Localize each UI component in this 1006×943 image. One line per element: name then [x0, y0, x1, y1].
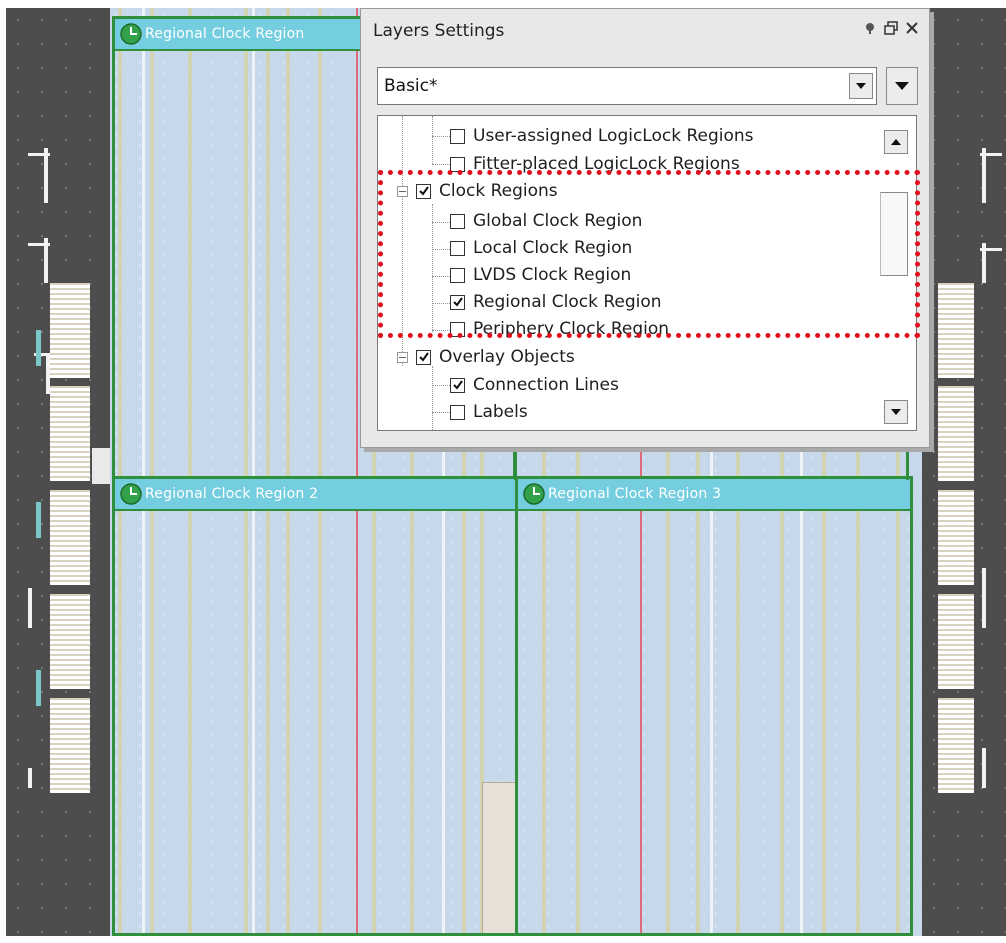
arrow-down-icon — [891, 409, 901, 415]
io-pin — [44, 148, 48, 203]
io-bank — [938, 698, 974, 793]
panel-toolbar — [863, 21, 919, 35]
tree-connector — [432, 385, 450, 386]
checkbox[interactable] — [450, 404, 465, 420]
io-pin — [28, 768, 32, 788]
io-pin — [92, 448, 110, 484]
scroll-up-button[interactable] — [884, 130, 908, 154]
io-bank — [938, 386, 974, 481]
region-label: Regional Clock Region 3 — [548, 486, 722, 502]
tree-item-label: Connection Lines — [473, 375, 619, 395]
io-bank — [50, 283, 90, 378]
triangle-down-icon — [895, 82, 909, 90]
panel-title: Layers Settings — [373, 21, 505, 41]
clock-icon — [120, 23, 142, 45]
tree-item-user-assigned-logiclock[interactable]: User-assigned LogicLock Regions — [450, 123, 754, 149]
tree-item-label: User-assigned LogicLock Regions — [473, 126, 754, 146]
region-label: Regional Clock Region — [145, 26, 305, 42]
float-icon[interactable] — [884, 21, 898, 35]
tree-item-partial — [450, 425, 473, 432]
preset-select[interactable]: Basic* — [377, 67, 877, 105]
tree-connector — [432, 412, 450, 413]
pin-icon[interactable] — [863, 21, 877, 35]
io-bank — [938, 283, 974, 378]
checkbox — [450, 431, 465, 432]
preset-menu-button[interactable] — [886, 67, 918, 105]
io-bank — [938, 594, 974, 689]
regional-clock-region-3[interactable]: Regional Clock Region 3 — [515, 476, 913, 936]
io-pin — [44, 238, 48, 283]
tree-connector — [432, 164, 450, 165]
tree-item-overlay-objects[interactable]: Overlay Objects — [397, 344, 575, 370]
chip-planner-view: Regional Clock Region Regional Clock Reg… — [0, 0, 1006, 943]
io-pin — [982, 748, 986, 788]
clock-icon — [120, 483, 142, 505]
io-bank — [50, 698, 90, 793]
highlight-annotation — [378, 170, 920, 338]
io-pin — [982, 568, 986, 628]
io-pin — [982, 243, 986, 283]
checkbox-checked[interactable] — [450, 377, 465, 393]
tree-connector — [432, 136, 450, 137]
clock-icon — [523, 483, 545, 505]
right-periphery — [922, 8, 1006, 936]
io-bank — [50, 490, 90, 585]
close-icon[interactable] — [905, 21, 919, 35]
collapse-icon[interactable] — [397, 351, 408, 363]
region-header: Regional Clock Region 3 — [518, 479, 910, 511]
tree-connector — [432, 366, 433, 430]
scroll-down-button[interactable] — [884, 400, 908, 424]
left-periphery — [6, 8, 110, 936]
tree-item-label: Overlay Objects — [439, 347, 575, 367]
io-marker — [36, 502, 41, 538]
region-label: Regional Clock Region 2 — [145, 486, 319, 502]
arrow-up-icon — [891, 139, 901, 145]
preset-select-value: Basic* — [384, 76, 438, 96]
tree-item-connection-lines[interactable]: Connection Lines — [450, 372, 619, 398]
region-header: Regional Clock Region 2 — [115, 479, 515, 511]
io-bank — [938, 490, 974, 585]
io-bank — [50, 594, 90, 689]
tree-connector — [432, 116, 433, 164]
tree-item-label: Labels — [473, 402, 528, 422]
io-pin — [982, 148, 986, 203]
io-pin — [28, 588, 32, 628]
io-bank — [50, 386, 90, 481]
chevron-down-icon[interactable] — [849, 73, 873, 99]
checkbox-checked[interactable] — [416, 349, 431, 365]
regional-clock-region-2[interactable]: Regional Clock Region 2 — [112, 476, 518, 936]
checkbox[interactable] — [450, 128, 465, 144]
io-marker — [36, 670, 41, 706]
tree-item-labels[interactable]: Labels — [450, 399, 528, 425]
io-marker — [36, 330, 41, 366]
